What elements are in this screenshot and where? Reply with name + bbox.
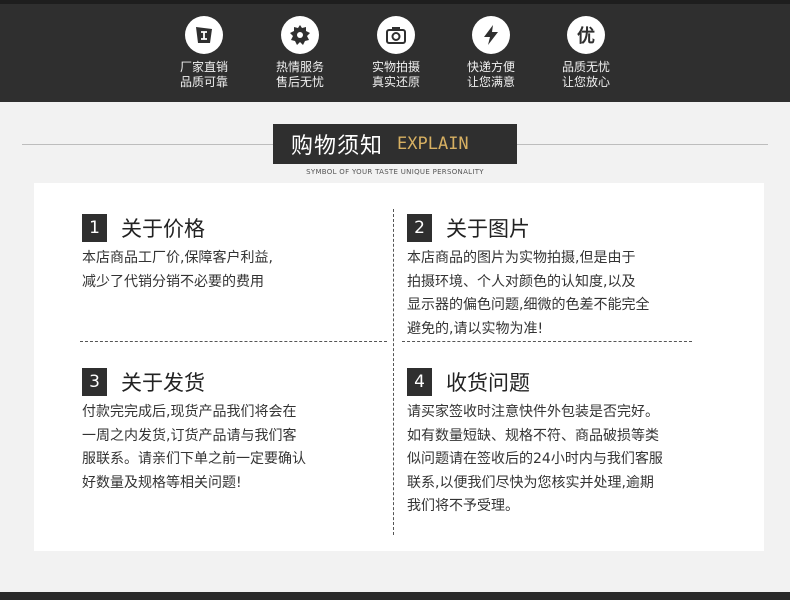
page-title: 购物须知 xyxy=(291,134,384,159)
badge-line2: 让您满意 xyxy=(466,75,515,89)
badge-quality: 优 品质无忧 让您放心 xyxy=(546,16,626,90)
quality-icon: 优 xyxy=(567,16,605,54)
badge-real-photo: 实物拍摄 真实还原 xyxy=(356,16,436,90)
section-title-box: 购物须知 EXPLAIN xyxy=(273,124,517,164)
body-line: 请买家签收时注意快件外包装是否完好。 xyxy=(407,404,659,420)
section-number: 4 xyxy=(407,368,432,396)
body-line: 拍摄环境、个人对颜色的认知度,以及 xyxy=(407,273,636,290)
section-body: 请买家签收时注意快件外包装是否完好。 如有数量短缺、规格不符、商品破损等类 似问… xyxy=(407,401,663,519)
badge-line2: 售后无忧 xyxy=(275,75,324,89)
badge-line2: 让您放心 xyxy=(561,75,610,89)
body-line: 如有数量短缺、规格不符、商品破损等类 xyxy=(407,427,659,444)
badge-line1: 厂家直销 xyxy=(179,60,228,74)
horizontal-divider-right xyxy=(402,341,692,342)
body-line: 本店商品工厂价,保障客户利益, xyxy=(82,250,273,266)
badge-line1: 快递方便 xyxy=(466,60,515,74)
section-number: 3 xyxy=(82,368,107,396)
badge-express: 快递方便 让您满意 xyxy=(451,16,531,90)
horizontal-divider-left xyxy=(80,341,387,342)
body-line: 显示器的偏色问题,细微的色差不能完全 xyxy=(407,297,650,313)
body-line: 本店商品的图片为实物拍摄,但是由于 xyxy=(407,250,636,266)
body-line: 付款完完成后,现货产品我们将会在 xyxy=(82,404,297,420)
section-body: 本店商品的图片为实物拍摄,但是由于 拍摄环境、个人对颜色的认知度,以及 显示器的… xyxy=(407,247,649,341)
body-line: 好数量及规格等相关问题! xyxy=(82,474,242,491)
bottom-bar xyxy=(0,592,790,600)
body-line: 减少了代销分销不必要的费用 xyxy=(82,273,264,290)
body-line: 我们将不予受理。 xyxy=(407,498,519,514)
badge-line2: 真实还原 xyxy=(371,75,420,89)
body-line: 似问题请在签收后的24小时内与我们客服 xyxy=(407,451,663,467)
top-banner: 厂家直销 品质可靠 热情服务 售后无忧 实物拍摄 真实还原 快递方便 让您满意 … xyxy=(0,0,790,102)
section-receiving: 4 收货问题 请买家签收时注意快件外包装是否完好。 如有数量短缺、规格不符、商品破… xyxy=(407,367,663,519)
gear-icon xyxy=(281,16,319,54)
badge-service: 热情服务 售后无忧 xyxy=(260,16,340,90)
section-price: 1 关于价格 本店商品工厂价,保障客户利益, 减少了代销分销不必要的费用 xyxy=(82,213,273,294)
factory-badge-icon xyxy=(185,16,223,54)
notice-panel: 1 关于价格 本店商品工厂价,保障客户利益, 减少了代销分销不必要的费用 2 关于图… xyxy=(34,183,764,551)
badge-line1: 品质无忧 xyxy=(561,60,610,74)
badge-line1: 实物拍摄 xyxy=(371,60,420,74)
section-title: 关于发货 xyxy=(121,371,205,395)
vertical-divider xyxy=(393,209,394,535)
body-line: 联系,以便我们尽快为您核实并处理,逾期 xyxy=(407,474,654,491)
lightning-icon xyxy=(472,16,510,54)
body-line: 一周之内发货,订货产品请与我们客 xyxy=(82,427,297,444)
page-title-en: EXPLAIN xyxy=(397,134,469,154)
section-body: 本店商品工厂价,保障客户利益, 减少了代销分销不必要的费用 xyxy=(82,247,273,294)
badge-line1: 热情服务 xyxy=(275,60,324,74)
body-line: 避免的,请以实物为准! xyxy=(407,320,544,337)
body-line: 服联系。请亲们下单之前一定要确认 xyxy=(82,451,306,467)
section-title: 关于图片 xyxy=(446,217,530,241)
quality-glyph: 优 xyxy=(577,26,595,47)
section-body: 付款完完成后,现货产品我们将会在 一周之内发货,订货产品请与我们客 服联系。请亲… xyxy=(82,401,306,495)
badge-line2: 品质可靠 xyxy=(179,75,228,89)
section-number: 2 xyxy=(407,214,432,242)
page-subtitle: SYMBOL OF YOUR TASTE UNIQUE PERSONALITY xyxy=(306,168,484,176)
section-title: 收货问题 xyxy=(446,371,530,395)
section-pictures: 2 关于图片 本店商品的图片为实物拍摄,但是由于 拍摄环境、个人对颜色的认知度,以… xyxy=(407,213,649,341)
section-shipping: 3 关于发货 付款完完成后,现货产品我们将会在 一周之内发货,订货产品请与我们客 … xyxy=(82,367,306,495)
badge-factory-direct: 厂家直销 品质可靠 xyxy=(164,16,244,90)
section-number: 1 xyxy=(82,214,107,242)
section-title: 关于价格 xyxy=(121,217,205,241)
top-border xyxy=(0,0,790,4)
camera-icon xyxy=(377,16,415,54)
